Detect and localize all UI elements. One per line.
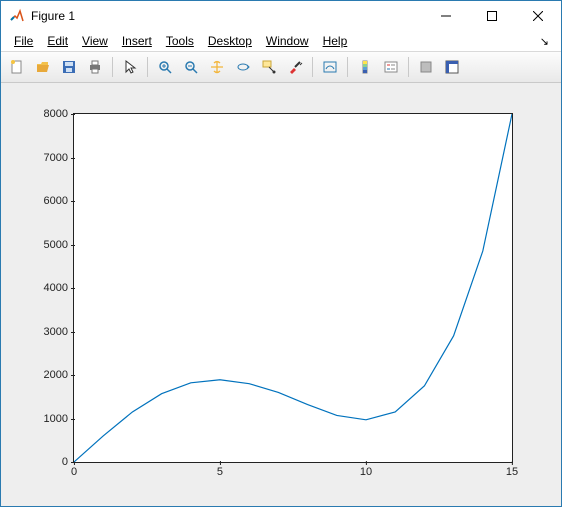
menu-window[interactable]: Window [259,32,316,50]
toolbar-separator [312,57,313,77]
ytick-label: 5000 [44,239,74,251]
ytick-label: 4000 [44,282,74,294]
close-button[interactable] [515,1,561,31]
hide-plot-tools-button[interactable] [414,55,438,79]
toolbar-separator [347,57,348,77]
matlab-icon [9,8,25,24]
ytick-label: 7000 [44,152,74,164]
menu-help[interactable]: Help [316,32,355,50]
open-button[interactable] [31,55,55,79]
xtick-label: 5 [217,462,223,478]
line-series [74,114,512,462]
menu-file[interactable]: File [7,32,40,50]
rotate3d-button[interactable] [231,55,255,79]
ytick-label: 6000 [44,195,74,207]
print-button[interactable] [83,55,107,79]
figure-canvas[interactable]: 0 1000 2000 3000 4000 5000 6000 7000 800… [1,83,561,506]
toolbar-separator [112,57,113,77]
link-button[interactable] [318,55,342,79]
legend-button[interactable] [379,55,403,79]
data-cursor-button[interactable] [257,55,281,79]
new-figure-button[interactable] [5,55,29,79]
menubar: File Edit View Insert Tools Desktop Wind… [1,31,561,51]
xtick-label: 15 [506,462,518,478]
pointer-button[interactable] [118,55,142,79]
window-title: Figure 1 [31,9,75,23]
toolbar-separator [147,57,148,77]
dock-arrow-icon[interactable]: ↘ [540,35,555,48]
titlebar: Figure 1 [1,1,561,31]
toolbar-separator [408,57,409,77]
xtick-label: 0 [71,462,77,478]
figure-window: Figure 1 File Edit View Insert Tools Des… [0,0,562,507]
ytick-label: 2000 [44,369,74,381]
colorbar-button[interactable] [353,55,377,79]
menu-insert[interactable]: Insert [115,32,159,50]
menu-desktop[interactable]: Desktop [201,32,259,50]
save-button[interactable] [57,55,81,79]
toolbar [1,51,561,83]
menu-edit[interactable]: Edit [40,32,75,50]
axes[interactable]: 0 1000 2000 3000 4000 5000 6000 7000 800… [73,113,513,463]
show-plot-tools-button[interactable] [440,55,464,79]
ytick-label: 1000 [44,413,74,425]
maximize-button[interactable] [469,1,515,31]
pan-button[interactable] [205,55,229,79]
minimize-button[interactable] [423,1,469,31]
xtick-label: 10 [360,462,372,478]
ytick-label: 3000 [44,326,74,338]
zoom-out-button[interactable] [179,55,203,79]
menu-view[interactable]: View [75,32,115,50]
zoom-in-button[interactable] [153,55,177,79]
ytick-label: 8000 [44,108,74,120]
menu-tools[interactable]: Tools [159,32,201,50]
brush-button[interactable] [283,55,307,79]
